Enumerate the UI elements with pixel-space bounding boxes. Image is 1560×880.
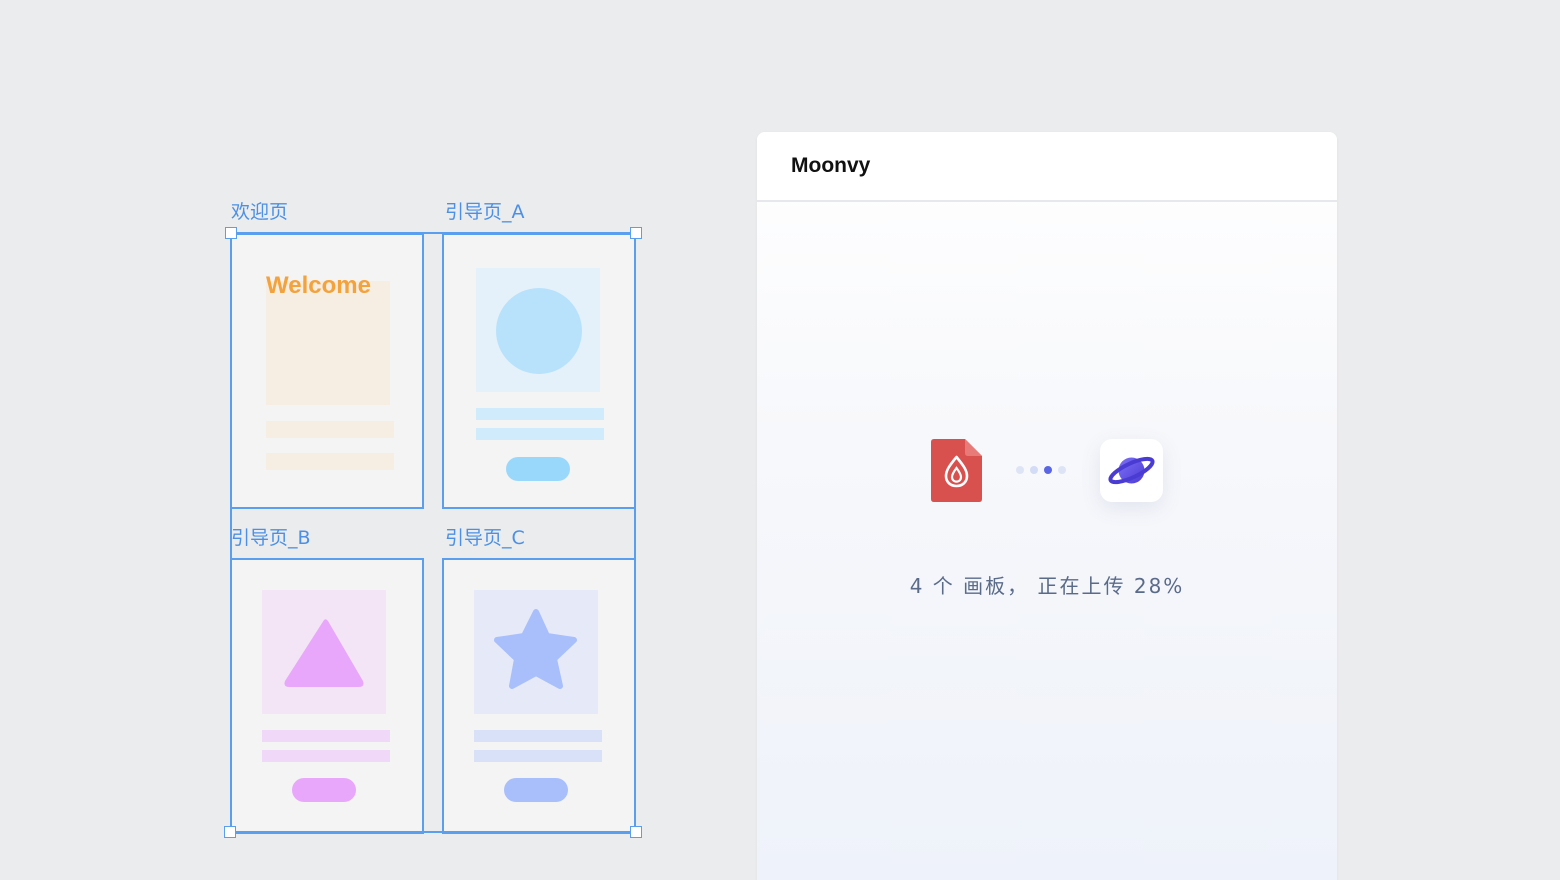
text-line-placeholder [266,453,394,470]
cta-button-placeholder [506,457,570,481]
resize-handle-bottom-left[interactable] [224,826,236,838]
design-canvas[interactable]: 欢迎页 引导页_A 引导页_B 引导页_C Welcome [0,0,740,880]
image-placeholder [262,590,386,714]
upload-percent: 28% [1133,574,1185,598]
artboard-count: 4 [909,574,925,598]
artboard-guide-c[interactable] [442,558,636,834]
panel-header: Moonvy [757,132,1337,202]
cta-button-placeholder [504,778,568,802]
artboard-noun: 画板 [963,574,1008,598]
triangle-shape [284,619,364,687]
text-line-placeholder [476,408,604,420]
transfer-progress-dots [1016,465,1068,475]
progress-dot-active [1044,466,1052,474]
image-placeholder [476,268,600,392]
text-line-placeholder [474,730,602,742]
moonvy-app-icon [1100,439,1163,502]
text-line-placeholder [474,750,602,762]
progress-dot [1016,466,1024,474]
text-line-placeholder [476,428,604,440]
welcome-heading: Welcome [266,272,371,299]
artboard-welcome[interactable]: Welcome [230,233,424,509]
text-line-placeholder [262,730,390,742]
progress-dot [1030,466,1038,474]
moonvy-upload-panel: Moonvy 4 个 画板， 正在上传 28% [757,132,1337,880]
artboard-label-welcome[interactable]: 欢迎页 [231,201,288,223]
upload-status: 4 个 画板， 正在上传 28% [757,570,1337,599]
artboard-guide-b[interactable] [230,558,424,834]
text-line-placeholder [262,750,390,762]
cta-button-placeholder [292,778,356,802]
status-separator: ， [1007,574,1030,598]
resize-handle-top-left[interactable] [225,227,237,239]
red-file-icon [931,439,982,502]
upload-action-text: 正在上传 [1037,574,1126,598]
artboard-guide-a[interactable] [442,233,636,509]
artboard-label-guide-a[interactable]: 引导页_A [445,201,525,223]
artboard-label-guide-c[interactable]: 引导页_C [445,527,525,549]
circle-shape [496,288,582,374]
resize-handle-bottom-right[interactable] [630,826,642,838]
star-shape [494,609,577,689]
text-line-placeholder [266,421,394,438]
planet-icon [1108,456,1155,485]
panel-title: Moonvy [791,154,871,177]
artboard-count-unit: 个 [932,574,955,598]
artboard-label-guide-b[interactable]: 引导页_B [231,527,311,549]
image-placeholder [474,590,598,714]
progress-dot [1058,466,1066,474]
resize-handle-top-right[interactable] [630,227,642,239]
